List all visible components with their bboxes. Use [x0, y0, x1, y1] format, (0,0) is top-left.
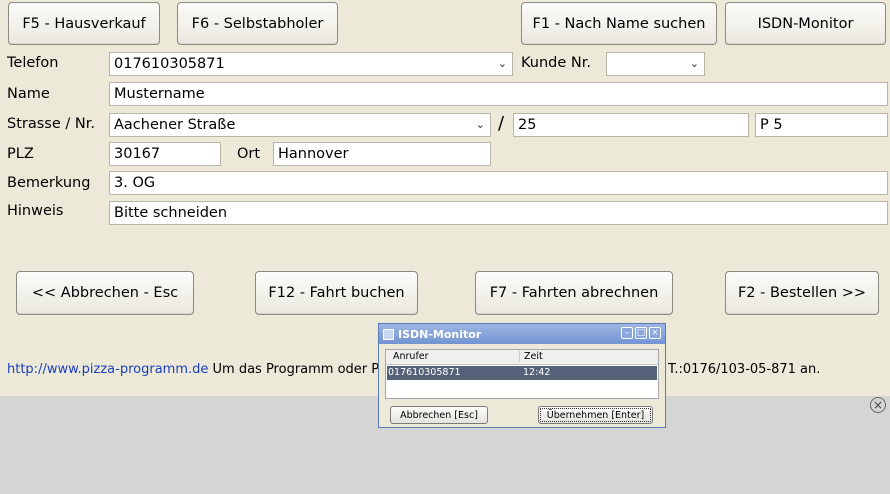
selbstabholer-button[interactable]: F6 - Selbstabholer [177, 2, 338, 45]
window-icon [383, 328, 394, 340]
minimize-icon[interactable]: – [621, 327, 633, 339]
hausnummer-field[interactable]: 25 [513, 113, 749, 137]
slash-separator: / [498, 113, 505, 134]
fahrten-abrechnen-button[interactable]: F7 - Fahrten abrechnen [475, 271, 673, 315]
bemerkung-label: Bemerkung [7, 175, 91, 191]
telefon-label: Telefon [7, 55, 59, 71]
kunde-nr-label: Kunde Nr. [521, 55, 591, 71]
hinweis-field[interactable]: Bitte schneiden [109, 201, 888, 225]
strasse-combo[interactable]: Aachener Straße ⌄ [109, 113, 491, 137]
col-zeit[interactable]: Zeit [519, 351, 543, 362]
col-anrufer[interactable]: Anrufer [393, 351, 429, 362]
plz-label: PLZ [7, 146, 34, 162]
footer-text-end: T.:0176/103-05-871 an. [668, 362, 821, 377]
maximize-icon[interactable]: □ [635, 327, 647, 339]
strasse-label: Strasse / Nr. [7, 116, 95, 132]
name-label: Name [7, 86, 50, 102]
hausnummer-zusatz-field[interactable]: P 5 [755, 113, 888, 137]
website-link[interactable]: http://www.pizza-programm.de [7, 362, 208, 377]
chevron-down-icon: ⌄ [497, 57, 507, 70]
plz-field[interactable]: 30167 [109, 142, 221, 166]
abbrechen-button[interactable]: << Abbrechen - Esc [16, 271, 194, 315]
kunde-nr-combo[interactable]: ⌄ [606, 52, 705, 76]
dialog-abbrechen-button[interactable]: Abbrechen [Esc] [390, 406, 488, 424]
dialog-uebernehmen-button[interactable]: Übernehmen [Enter] [538, 406, 653, 424]
table-header: Anrufer Zeit [386, 350, 658, 365]
row-zeit: 12:42 [523, 367, 551, 378]
chevron-down-icon: ⌄ [689, 57, 699, 70]
table-row[interactable]: 017610305871 12:42 [387, 366, 657, 380]
hinweis-label: Hinweis [7, 203, 64, 219]
row-anrufer: 017610305871 [388, 367, 461, 378]
anrufer-table: Anrufer Zeit 017610305871 12:42 [385, 349, 659, 399]
bemerkung-field[interactable]: 3. OG [109, 171, 888, 195]
name-suchen-button[interactable]: F1 - Nach Name suchen [521, 2, 717, 45]
name-field[interactable]: Mustername [109, 82, 888, 106]
footer-text-start: Um das Programm oder Pizz [212, 362, 397, 377]
isdn-monitor-dialog: ISDN-Monitor – □ × Anrufer Zeit 01761030… [378, 323, 666, 428]
chevron-down-icon: ⌄ [475, 118, 485, 131]
hausverkauf-button[interactable]: F5 - Hausverkauf [8, 2, 160, 45]
close-icon[interactable]: × [649, 327, 661, 339]
fahrt-buchen-button[interactable]: F12 - Fahrt buchen [255, 271, 418, 315]
telefon-value: 017610305871 [114, 56, 225, 72]
ort-field[interactable]: Hannover [273, 142, 491, 166]
telefon-combo[interactable]: 017610305871 ⌄ [109, 52, 513, 76]
strasse-value: Aachener Straße [114, 117, 236, 133]
close-circle-icon[interactable]: × [870, 397, 886, 413]
dialog-title: ISDN-Monitor [398, 327, 482, 341]
bestellen-button[interactable]: F2 - Bestellen >> [725, 271, 879, 315]
isdn-monitor-button[interactable]: ISDN-Monitor [725, 2, 886, 45]
ort-label: Ort [237, 146, 261, 162]
footer-line: http://www.pizza-programm.de Um das Prog… [7, 362, 396, 377]
